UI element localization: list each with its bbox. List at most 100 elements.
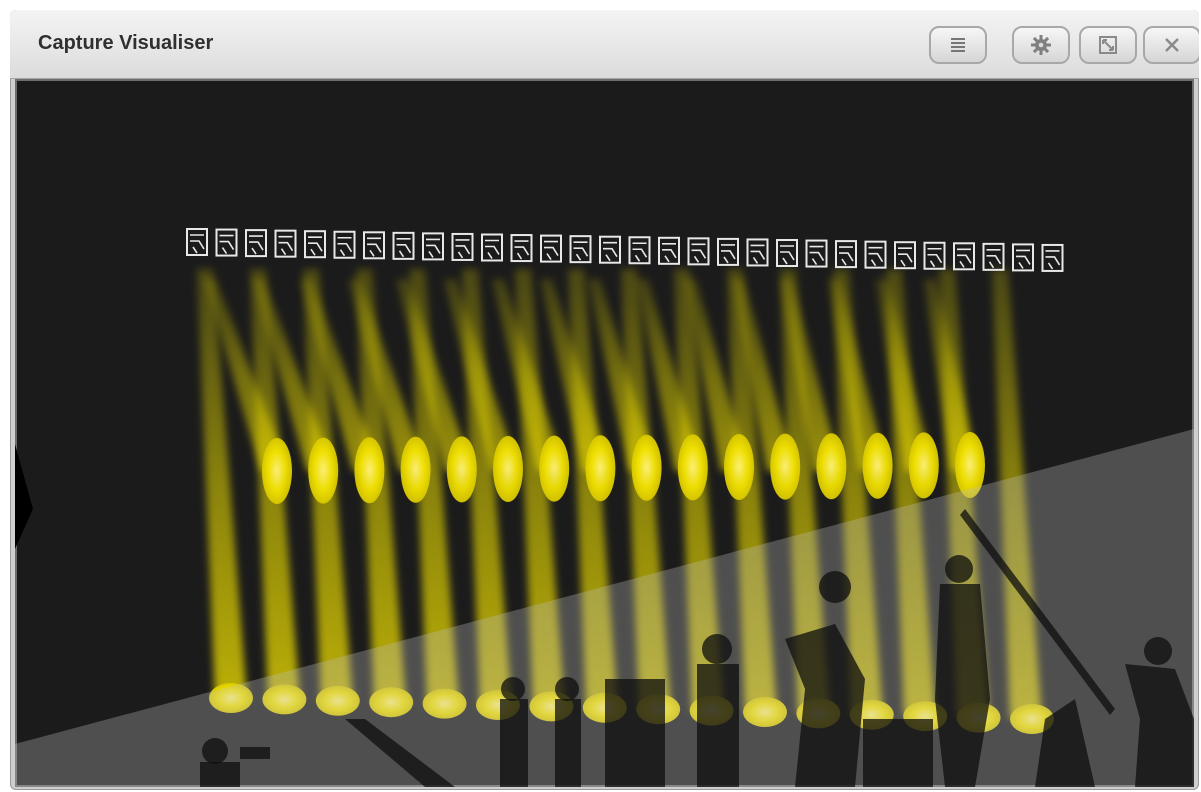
capture-visualiser-window: Capture Visualiser [10, 10, 1199, 790]
fixture-head [514, 240, 530, 260]
fixture-4 [274, 229, 297, 258]
fixture-head [190, 234, 205, 254]
fixture-head [868, 246, 884, 267]
fixture-12 [510, 234, 533, 263]
fixture-body [864, 240, 887, 269]
fixture-20 [746, 238, 769, 267]
fixture-body [953, 242, 975, 271]
fixture-head [278, 235, 294, 256]
fixture-head [249, 235, 264, 255]
fixture-body [333, 230, 356, 259]
fixture-3 [245, 229, 267, 258]
fixture-8 [392, 231, 415, 260]
fixture-head [426, 238, 441, 258]
fixture-head [809, 245, 825, 265]
fixture-head [544, 240, 559, 261]
fixture-28 [982, 242, 1005, 271]
fixture-head [632, 242, 648, 262]
fixture-13 [540, 234, 562, 263]
menu-button[interactable] [929, 26, 987, 64]
fixture-body [894, 241, 916, 270]
fixture-body [274, 229, 297, 258]
fixture-head [780, 245, 795, 265]
fixture-14 [569, 235, 592, 264]
fixture-body [451, 232, 474, 261]
fixture-head [957, 248, 972, 268]
fixture-16 [628, 236, 651, 265]
fixture-body [186, 228, 208, 256]
fixture-head [337, 236, 353, 257]
fixture-head [603, 241, 618, 262]
fixture-head [927, 247, 943, 268]
fixture-body [510, 234, 533, 263]
settings-button[interactable] [1012, 26, 1070, 64]
fixture-rig [186, 228, 1064, 272]
fixture-head [396, 238, 412, 258]
fixture-body [569, 235, 592, 264]
fixture-body [1012, 243, 1034, 272]
fixture-body [422, 232, 444, 261]
fixture-head [308, 236, 323, 256]
fixture-7 [363, 231, 385, 260]
fixture-21 [776, 239, 798, 267]
fixture-body [835, 240, 857, 269]
fixture-1 [186, 228, 208, 256]
fixture-17 [658, 236, 680, 265]
fixture-15 [599, 235, 621, 264]
fixture-body [746, 238, 769, 267]
fixture-head [750, 244, 766, 264]
fixture-head [898, 247, 913, 267]
fixture-body [717, 237, 739, 266]
fixture-head [1045, 250, 1061, 270]
mid-spot-2 [308, 437, 339, 504]
fixture-22 [805, 239, 828, 268]
fixture-body [304, 230, 326, 259]
fixture-head [986, 249, 1002, 269]
fixture-body [628, 236, 651, 265]
fixture-body [776, 239, 798, 267]
fixture-head [662, 243, 677, 263]
fixture-body [1041, 243, 1064, 272]
fixture-body [481, 233, 503, 262]
fixture-body [982, 242, 1005, 271]
fixture-head [839, 246, 854, 266]
menu-icon [951, 38, 965, 52]
resize-icon [1099, 36, 1117, 54]
mid-spot-11 [724, 434, 754, 500]
fixture-head [1016, 249, 1031, 269]
fixture-head [367, 237, 382, 257]
mid-spot-7 [539, 435, 570, 502]
fixture-body [245, 229, 267, 258]
mid-spot-13 [816, 433, 847, 500]
visualiser-viewport[interactable] [15, 79, 1194, 787]
fixture-head [219, 234, 235, 254]
fixture-body [392, 231, 415, 260]
close-icon [1165, 38, 1179, 52]
mid-spot-1 [262, 438, 292, 504]
fixture-27 [953, 242, 975, 271]
fixture-head [691, 243, 707, 263]
mid-spot-10 [677, 434, 708, 501]
title-bar[interactable]: Capture Visualiser [10, 10, 1199, 79]
mid-spot-9 [631, 434, 662, 501]
fixture-26 [923, 241, 946, 270]
mid-spot-6 [493, 436, 523, 502]
fixture-head [573, 241, 589, 261]
fixture-body [923, 241, 946, 270]
mid-spot-4 [400, 436, 431, 503]
fixture-body [599, 235, 621, 264]
close-button[interactable] [1143, 26, 1199, 64]
fixture-6 [333, 230, 356, 259]
mid-spot-8 [585, 435, 616, 502]
fixture-2 [215, 228, 238, 257]
fixture-10 [451, 232, 474, 261]
fixture-29 [1012, 243, 1034, 272]
fixture-head [485, 239, 500, 259]
fixture-9 [422, 232, 444, 261]
fixture-body [540, 234, 562, 263]
fixture-11 [481, 233, 503, 262]
fixture-body [687, 237, 710, 266]
resize-button[interactable] [1079, 26, 1137, 64]
left-edge-wedge [15, 444, 33, 549]
fixture-25 [894, 241, 916, 270]
